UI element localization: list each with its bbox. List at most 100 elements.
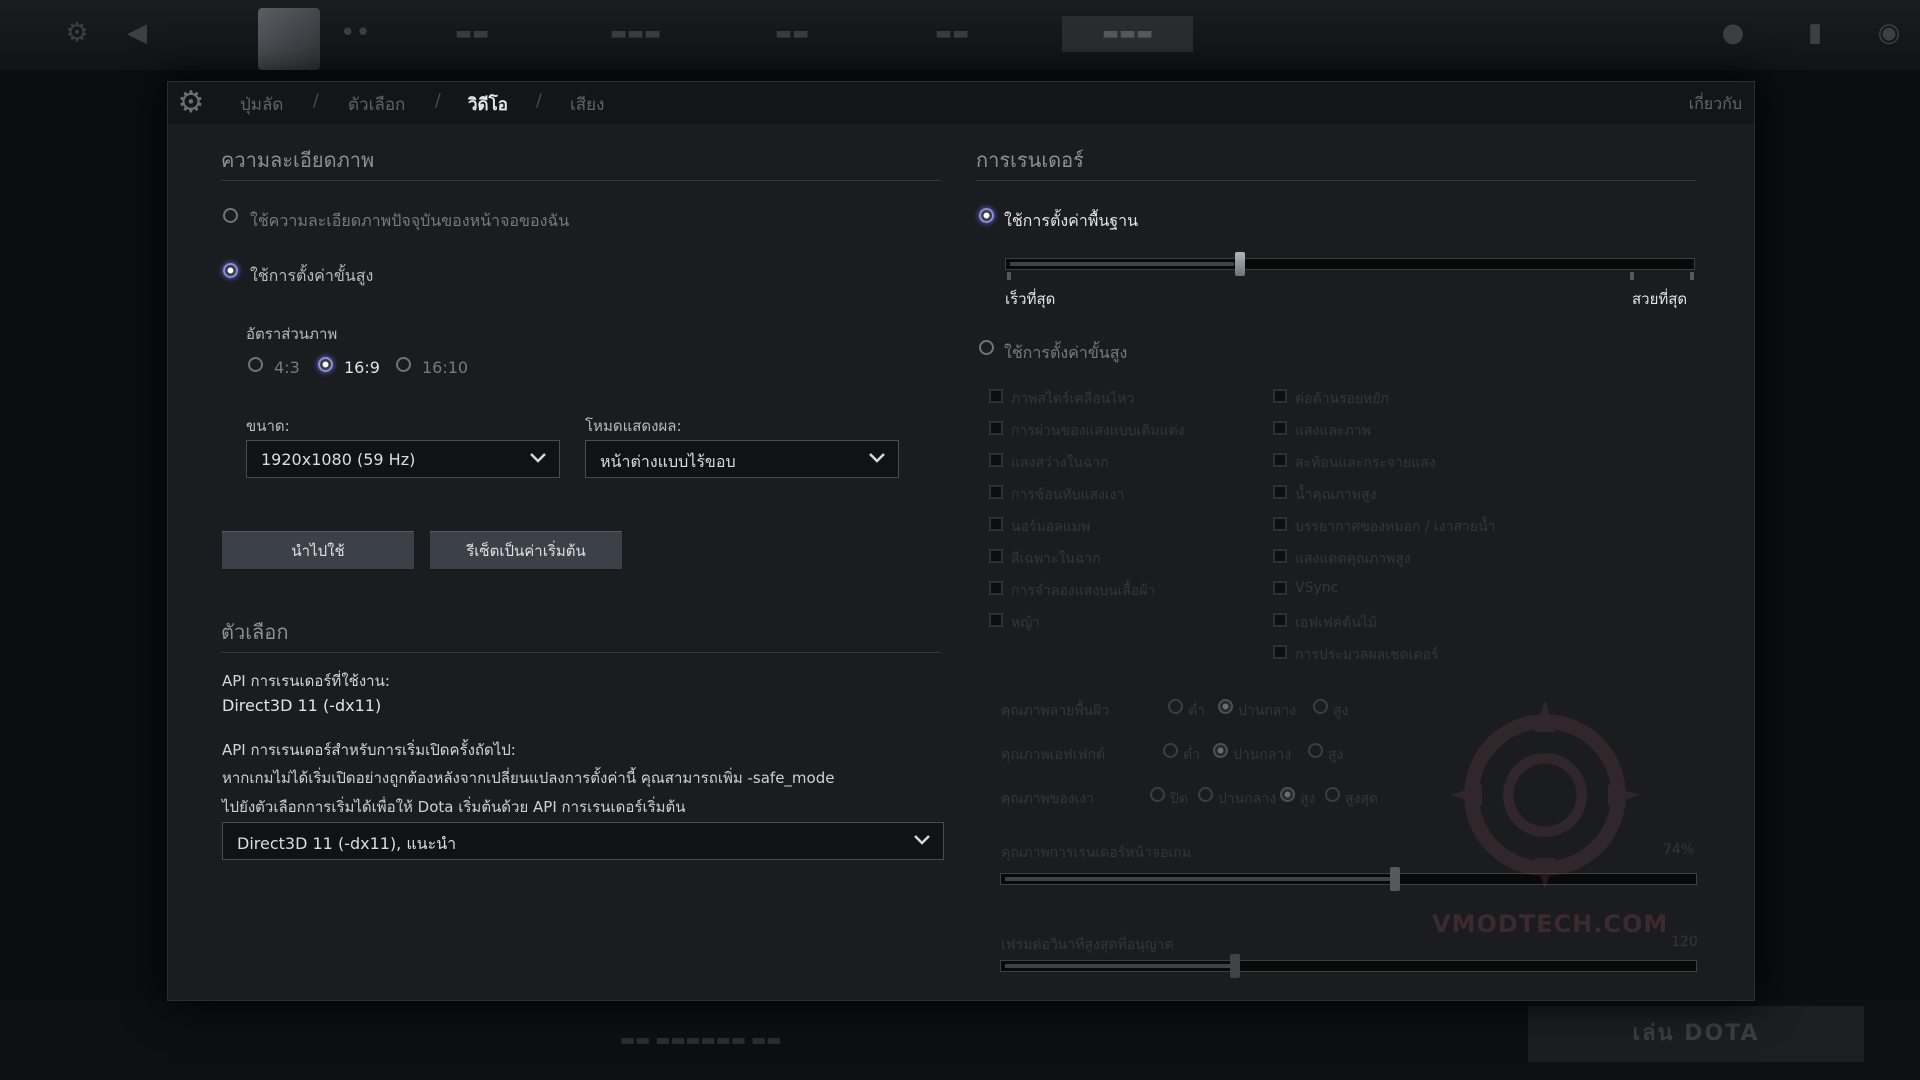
- dota-logo[interactable]: [258, 8, 320, 70]
- effects-medium-radio[interactable]: [1213, 743, 1228, 758]
- texture-low-radio[interactable]: [1168, 699, 1183, 714]
- texture-high-label: สูง: [1333, 703, 1349, 719]
- nav-tab-3[interactable]: ▬▬: [775, 16, 809, 52]
- breadcrumb-video[interactable]: วิดีโอ: [468, 91, 508, 118]
- use-current-resolution-label: ใช้ความละเอียดภาพปัจจุบันของหน้าจอของฉัน: [250, 211, 570, 230]
- breadcrumb-audio[interactable]: เสียง: [570, 91, 604, 118]
- use-basic-rendering-label: ใช้การตั้งค่าพื้นฐาน: [1004, 211, 1139, 230]
- shadow-medium-radio[interactable]: [1198, 787, 1213, 802]
- shadow-ultra-label: สูงสุด: [1345, 791, 1379, 807]
- chevron-down-icon: [869, 453, 885, 463]
- checkbox[interactable]: [989, 453, 1003, 467]
- play-dota-button[interactable]: เล่น DOTA: [1528, 1006, 1864, 1062]
- use-advanced-resolution-radio[interactable]: [223, 263, 238, 278]
- texture-medium-label: ปานกลาง: [1238, 703, 1297, 719]
- use-current-resolution-radio[interactable]: [223, 208, 238, 223]
- chevron-down-icon: [914, 835, 930, 845]
- api-current-value: Direct3D 11 (-dx11): [222, 696, 382, 715]
- breadcrumb-separator: /: [313, 91, 319, 111]
- display-mode-value: หน้าต่างแบบไร้ขอบ: [600, 452, 736, 471]
- checkbox-label: แสงแดดคุณภาพสูง: [1295, 551, 1411, 567]
- checkbox[interactable]: [1273, 581, 1287, 595]
- max-fps-slider[interactable]: [1000, 960, 1697, 972]
- inventory-icon[interactable]: ▮: [1800, 18, 1830, 48]
- reset-defaults-button[interactable]: รีเซ็ตเป็นค่าเริ่มต้น: [430, 531, 622, 569]
- slider-fill: [1005, 964, 1235, 968]
- checkbox-label: หญ้า: [1011, 615, 1041, 631]
- checkbox[interactable]: [989, 581, 1003, 595]
- checkbox[interactable]: [989, 517, 1003, 531]
- nav-tab-active[interactable]: ▬▬▬: [1062, 16, 1194, 52]
- nav-tab-4[interactable]: ▬▬: [935, 16, 969, 52]
- quality-preset-slider[interactable]: [1005, 258, 1695, 270]
- checkbox[interactable]: [1273, 453, 1287, 467]
- checkbox[interactable]: [989, 389, 1003, 403]
- texture-high-radio[interactable]: [1313, 699, 1328, 714]
- divider: [221, 652, 941, 653]
- aspect-4-3-radio[interactable]: [248, 357, 263, 372]
- watermark-text: VMODTECH.COM: [1432, 910, 1669, 938]
- aspect-16-9-radio[interactable]: [318, 357, 333, 372]
- max-fps-slider-thumb[interactable]: [1230, 954, 1240, 978]
- shadow-high-radio[interactable]: [1280, 787, 1295, 802]
- checkbox[interactable]: [1273, 421, 1287, 435]
- render-api-select[interactable]: Direct3D 11 (-dx11), แนะนำ: [222, 822, 944, 860]
- quality-preset-slider-thumb[interactable]: [1235, 252, 1245, 276]
- api-safe-mode-note: หากเกมไม่ได้เริ่มเปิดอย่างถูกต้องหลังจาก…: [222, 769, 835, 787]
- slider-fill: [1005, 877, 1395, 881]
- checkbox-label: VSync: [1295, 580, 1339, 596]
- prettiest-label: สวยที่สุด: [1632, 290, 1688, 308]
- top-navigation-bar: ⚙ ◀ •• ▬▬ ▬▬▬ ▬▬ ▬▬ ▬▬▬ ● ▮ ◉: [0, 0, 1920, 70]
- checkbox[interactable]: [989, 485, 1003, 499]
- checkbox-label: แสงและภาพ: [1295, 423, 1371, 439]
- checkbox[interactable]: [989, 421, 1003, 435]
- checkbox[interactable]: [989, 549, 1003, 563]
- more-dots-icon[interactable]: ••: [340, 18, 371, 48]
- checkbox[interactable]: [1273, 613, 1287, 627]
- checkbox[interactable]: [1273, 485, 1287, 499]
- slider-notch: [1630, 272, 1634, 280]
- chat-preview: ▬▬ ▬▬▬▬▬▬ ▬▬: [620, 1030, 782, 1049]
- settings-gear-icon[interactable]: ⚙: [62, 18, 92, 48]
- apply-button[interactable]: นำไปใช้: [222, 531, 414, 569]
- shadow-medium-label: ปานกลาง: [1218, 791, 1277, 807]
- display-mode-label: โหมดแสดงผล:: [585, 417, 682, 435]
- effects-low-radio[interactable]: [1163, 743, 1178, 758]
- checkbox[interactable]: [1273, 645, 1287, 659]
- render-quality-value: 74%: [1663, 842, 1695, 858]
- chevron-down-icon: [530, 453, 546, 463]
- texture-low-label: ต่ำ: [1188, 703, 1205, 719]
- checkbox-label: สะท้อนและกระจายแสง: [1295, 455, 1436, 471]
- resolution-size-select[interactable]: 1920x1080 (59 Hz): [246, 440, 560, 478]
- settings-header: ⚙ ปุ่มลัด / ตัวเลือก / วิดีโอ / เสียง เก…: [168, 82, 1754, 124]
- breadcrumb-options[interactable]: ตัวเลือก: [348, 91, 405, 118]
- friends-icon[interactable]: ●: [1718, 18, 1748, 48]
- shadow-ultra-radio[interactable]: [1325, 787, 1340, 802]
- effects-high-radio[interactable]: [1308, 743, 1323, 758]
- aspect-4-3-label: 4:3: [274, 358, 300, 377]
- shadow-quality-label: คุณภาพของเงา: [1001, 791, 1094, 807]
- shadow-off-radio[interactable]: [1150, 787, 1165, 802]
- about-link[interactable]: เกี่ยวกับ: [1689, 92, 1742, 117]
- options-title: ตัวเลือก: [221, 620, 289, 644]
- divider: [976, 180, 1696, 181]
- display-mode-select[interactable]: หน้าต่างแบบไร้ขอบ: [585, 440, 899, 478]
- back-arrow-icon[interactable]: ◀: [122, 18, 152, 48]
- checkbox[interactable]: [1273, 389, 1287, 403]
- api-safe-mode-note-2: ไปยังตัวเลือกการเริ่มได้เพื่อให้ Dota เร…: [222, 798, 686, 816]
- checkbox[interactable]: [1273, 549, 1287, 563]
- texture-medium-radio[interactable]: [1218, 699, 1233, 714]
- use-basic-rendering-radio[interactable]: [979, 208, 994, 223]
- render-quality-slider-thumb[interactable]: [1390, 867, 1400, 891]
- shadow-high-label: สูง: [1300, 791, 1316, 807]
- use-advanced-resolution-label: ใช้การตั้งค่าขั้นสูง: [250, 266, 374, 285]
- checkbox-label: การซ้อนทับแสงเงา: [1011, 487, 1125, 503]
- breadcrumb-hotkeys[interactable]: ปุ่มลัด: [240, 91, 283, 118]
- profile-avatar-icon[interactable]: ◉: [1874, 18, 1904, 48]
- aspect-16-10-radio[interactable]: [396, 357, 411, 372]
- use-advanced-rendering-radio[interactable]: [979, 340, 994, 355]
- nav-tab-2[interactable]: ▬▬▬: [610, 16, 661, 52]
- checkbox[interactable]: [1273, 517, 1287, 531]
- checkbox[interactable]: [989, 613, 1003, 627]
- nav-tab-1[interactable]: ▬▬: [455, 16, 489, 52]
